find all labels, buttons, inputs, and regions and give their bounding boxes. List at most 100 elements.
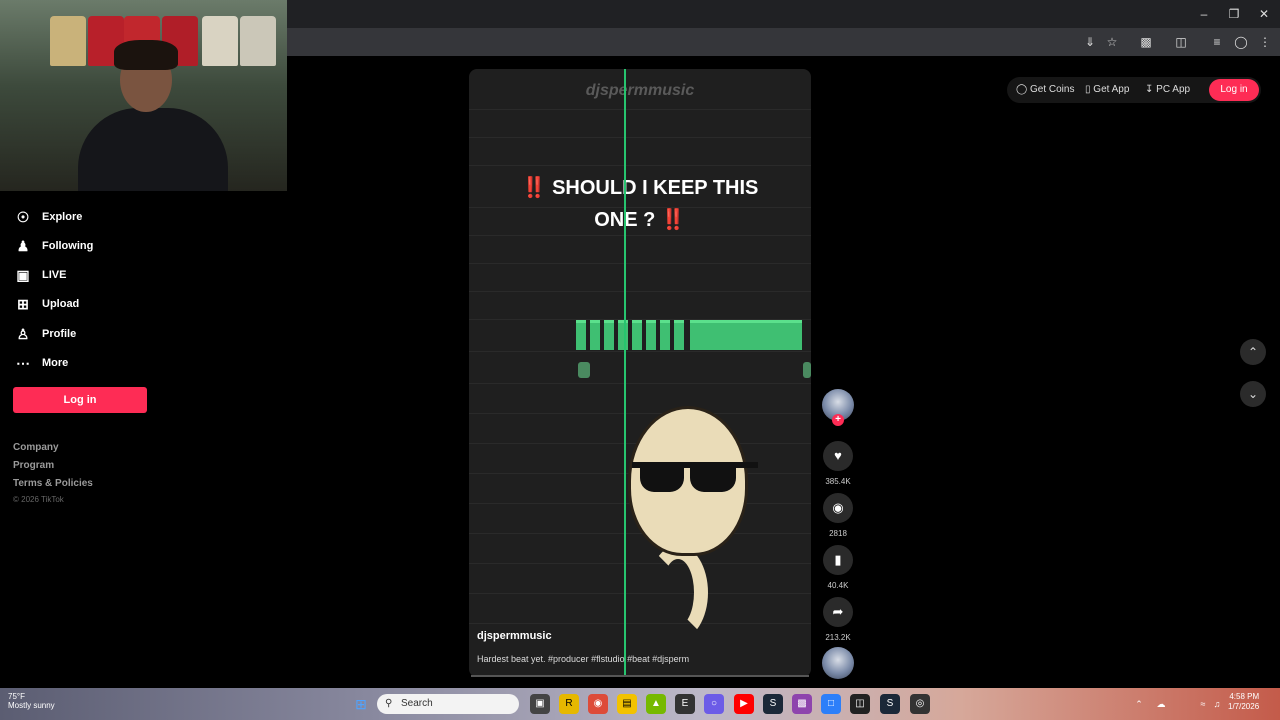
youtube-icon[interactable]: ▶ bbox=[734, 694, 754, 714]
wifi-icon[interactable]: ≈ bbox=[1197, 698, 1209, 710]
extensions-icon[interactable]: ▩ bbox=[1137, 33, 1155, 51]
bookmark-star-icon[interactable]: ☆ bbox=[1103, 33, 1121, 51]
sidebar-item-upload[interactable]: ⊞ Upload bbox=[14, 291, 79, 317]
tray-chevron-icon[interactable]: ⌃ bbox=[1133, 698, 1145, 710]
reading-list-icon[interactable]: ≡ bbox=[1208, 33, 1226, 51]
taskbar-clock[interactable]: 4:58 PM 1/7/2026 bbox=[1228, 692, 1259, 712]
like-button[interactable]: ♥ bbox=[823, 441, 853, 471]
file-explorer-icon[interactable]: ▤ bbox=[617, 694, 637, 714]
app-icon[interactable]: □ bbox=[821, 694, 841, 714]
upload-icon: ⊞ bbox=[17, 295, 29, 312]
get-app-link[interactable]: ▯ Get App bbox=[1085, 84, 1129, 95]
comment-icon: ◉ bbox=[832, 500, 844, 515]
search-icon: ⚲ bbox=[385, 698, 393, 709]
search-placeholder: Search bbox=[401, 698, 433, 709]
comment-button[interactable]: ◉ bbox=[823, 493, 853, 523]
sidebar-login-button[interactable]: Log in bbox=[13, 387, 147, 413]
clock-date: 1/7/2026 bbox=[1228, 702, 1260, 711]
clip-marker-right bbox=[803, 362, 811, 378]
steam-icon[interactable]: S bbox=[763, 694, 783, 714]
chevron-down-icon: ⌄ bbox=[1247, 387, 1259, 401]
footer-link-program[interactable]: Program bbox=[13, 460, 54, 471]
save-button[interactable]: ▮ bbox=[823, 545, 853, 575]
sunglasses-left-lens bbox=[640, 462, 684, 492]
coin-icon: ◯ bbox=[1016, 84, 1028, 95]
account-icon[interactable]: ◯ bbox=[1232, 33, 1250, 51]
nvidia-icon[interactable]: ▲ bbox=[646, 694, 666, 714]
next-video-button[interactable]: ⌄ bbox=[1240, 381, 1266, 407]
like-count: 385.4K bbox=[825, 477, 851, 486]
sidebar-item-more[interactable]: ⋯ More bbox=[14, 350, 68, 376]
webcam-overlay bbox=[0, 0, 287, 191]
menu-icon[interactable]: ⋮ bbox=[1256, 33, 1274, 51]
controller-icon[interactable]: ○ bbox=[704, 694, 724, 714]
split-view-icon[interactable]: ◫ bbox=[1172, 33, 1190, 51]
video-watermark: djspermmusic bbox=[585, 82, 695, 99]
video-progress-bar[interactable] bbox=[471, 675, 809, 677]
weather-widget[interactable]: 75°F Mostly sunny bbox=[8, 692, 55, 710]
share-count: 213.2K bbox=[825, 633, 851, 642]
sidebar-item-label: Profile bbox=[42, 328, 77, 340]
close-icon[interactable]: ✕ bbox=[1252, 4, 1276, 24]
sidebar-item-live[interactable]: ▣ LIVE bbox=[14, 262, 66, 288]
windows-taskbar bbox=[0, 688, 1280, 720]
following-icon: ♟ bbox=[16, 237, 30, 254]
video-player[interactable] bbox=[469, 69, 811, 677]
video-description: Hardest beat yet. #producer #flstudio #b… bbox=[477, 654, 690, 664]
weather-temp: 75°F bbox=[8, 692, 25, 701]
obs-icon[interactable]: ◎ bbox=[910, 694, 930, 714]
task-view-icon[interactable]: ▣ bbox=[530, 694, 550, 714]
restore-icon[interactable]: ❐ bbox=[1222, 4, 1246, 24]
caption-mark: ‼️ bbox=[521, 177, 547, 199]
media-icon[interactable]: ▩ bbox=[792, 694, 812, 714]
windows-start-icon[interactable]: ⊞ bbox=[351, 694, 371, 714]
sound-avatar[interactable] bbox=[822, 647, 854, 679]
bookmark-icon: ▮ bbox=[834, 552, 842, 567]
taskbar-search[interactable]: ⚲ Search bbox=[377, 694, 519, 714]
compass-icon: ☉ bbox=[16, 208, 30, 225]
sidebar-item-label: LIVE bbox=[42, 269, 67, 281]
steam-alt-icon[interactable]: S bbox=[880, 694, 900, 714]
phone-icon: ▯ bbox=[1085, 84, 1091, 95]
video-username[interactable]: djspermmusic bbox=[477, 630, 552, 642]
profile-icon: ♙ bbox=[16, 325, 30, 342]
download-icon: ↧ bbox=[1145, 84, 1154, 95]
heart-icon: ♥ bbox=[834, 448, 842, 463]
footer-link-terms[interactable]: Terms & Policies bbox=[13, 478, 93, 489]
sunglasses-right-lens bbox=[690, 462, 736, 492]
sidebar-item-label: Following bbox=[42, 240, 94, 252]
get-app-label: Get App bbox=[1093, 84, 1130, 95]
get-coins-link[interactable]: ◯ Get Coins bbox=[1016, 84, 1074, 95]
capcut-icon[interactable]: ◫ bbox=[850, 694, 870, 714]
follow-plus-icon[interactable]: + bbox=[832, 414, 844, 426]
chevron-up-icon: ⌃ bbox=[1247, 345, 1259, 359]
share-button[interactable]: ➦ bbox=[823, 597, 853, 627]
previous-video-button[interactable]: ⌃ bbox=[1240, 339, 1266, 365]
caption-line-1: SHOULD I KEEP THIS bbox=[552, 177, 759, 199]
comment-count: 2818 bbox=[829, 529, 847, 538]
install-icon[interactable]: ⇓ bbox=[1081, 33, 1099, 51]
pc-app-link[interactable]: ↧ PC App bbox=[1145, 84, 1190, 95]
copyright-text: © 2026 TikTok bbox=[13, 495, 64, 504]
rockstar-icon[interactable]: R bbox=[559, 694, 579, 714]
weather-condition: Mostly sunny bbox=[8, 701, 55, 710]
footer-link-company[interactable]: Company bbox=[13, 442, 59, 453]
sidebar-item-explore[interactable]: ☉ Explore bbox=[14, 204, 83, 230]
pc-app-label: PC App bbox=[1156, 84, 1191, 95]
sidebar-item-following[interactable]: ♟ Following bbox=[14, 233, 94, 259]
get-coins-label: Get Coins bbox=[1029, 84, 1075, 95]
video-caption: ‼️ SHOULD I KEEP THIS ONE ? ‼️ bbox=[500, 172, 780, 236]
live-icon: ▣ bbox=[16, 266, 30, 283]
header-login-button[interactable]: Log in bbox=[1209, 79, 1259, 101]
sidebar-item-label: More bbox=[42, 357, 69, 369]
more-icon: ⋯ bbox=[16, 354, 30, 371]
cloud-icon[interactable]: ☁ bbox=[1155, 698, 1167, 710]
volume-icon[interactable]: ♫ bbox=[1211, 698, 1223, 710]
minimize-icon[interactable]: – bbox=[1192, 4, 1216, 24]
mascot-tail bbox=[648, 545, 708, 640]
chrome-icon[interactable]: ◉ bbox=[588, 694, 608, 714]
sidebar-item-profile[interactable]: ♙ Profile bbox=[14, 321, 77, 347]
clock-time: 4:58 PM bbox=[1229, 692, 1260, 701]
share-icon: ➦ bbox=[832, 604, 844, 619]
epic-games-icon[interactable]: E bbox=[675, 694, 695, 714]
